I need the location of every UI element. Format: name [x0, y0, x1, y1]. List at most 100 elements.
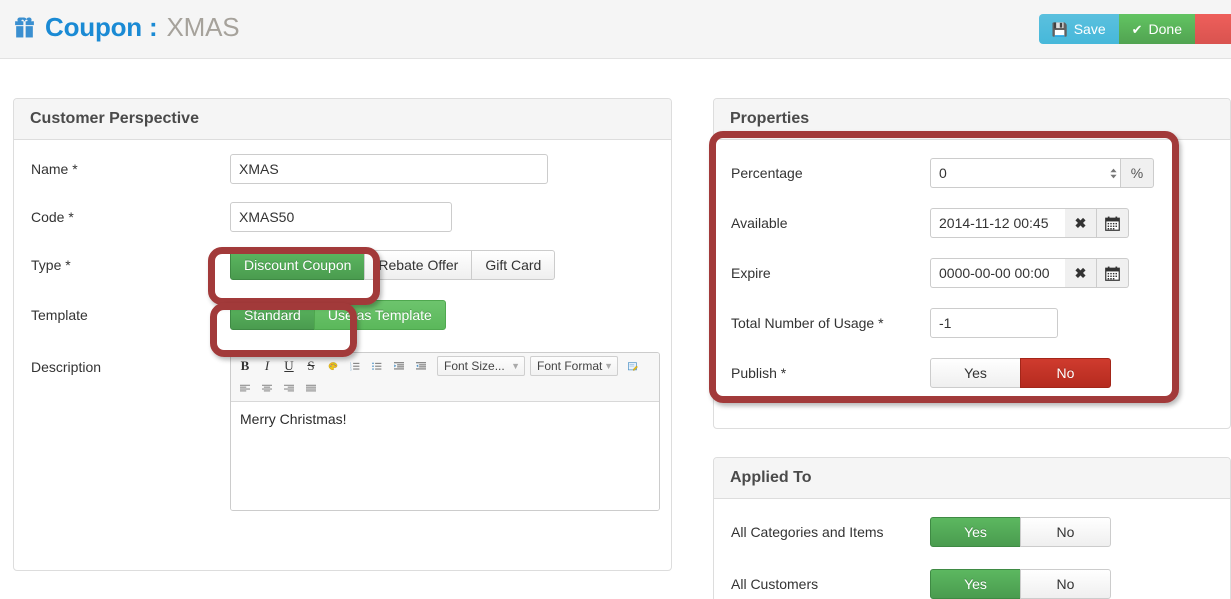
publish-toggle-group: Yes No [930, 358, 1111, 388]
type-row: Type * Discount Coupon Rebate Offer Gift… [31, 250, 654, 280]
expire-input-group: ✖ [930, 258, 1129, 288]
all-categories-toggle-group: Yes No [930, 517, 1111, 547]
page-title-subject: XMAS [166, 12, 240, 42]
done-button-label: Done [1148, 21, 1182, 37]
available-row: Available ✖ [731, 208, 1213, 238]
total-usage-row: Total Number of Usage * [731, 308, 1213, 338]
properties-panel-header: Properties [714, 99, 1230, 140]
type-label: Type * [31, 257, 71, 273]
expire-label: Expire [731, 265, 771, 281]
indent-icon[interactable] [410, 355, 432, 377]
type-button-group: Discount Coupon Rebate Offer Gift Card [230, 250, 556, 280]
total-usage-input[interactable] [930, 308, 1058, 338]
ordered-list-icon[interactable]: 1 2 3 [344, 355, 366, 377]
italic-icon[interactable]: I [256, 355, 278, 377]
name-input[interactable] [230, 154, 548, 184]
applied-to-title: Applied To [730, 469, 812, 486]
percentage-input-group: % [930, 158, 1154, 188]
font-size-select[interactable]: Font Size... ▼ [437, 356, 525, 376]
template-label: Template [31, 307, 88, 323]
template-option-standard[interactable]: Standard [230, 300, 315, 330]
available-clear-x-icon[interactable]: ✖ [1065, 208, 1097, 238]
all-customers-label: All Customers [731, 576, 819, 592]
type-option-rebate-offer[interactable]: Rebate Offer [364, 250, 473, 280]
align-justify-icon[interactable] [300, 377, 322, 399]
code-row: Code * [31, 202, 654, 232]
page-title: Coupon : XMAS [13, 12, 240, 43]
template-button-group: Standard Use as Template [230, 300, 446, 330]
all-customers-option-yes[interactable]: Yes [930, 569, 1021, 599]
align-center-icon[interactable] [256, 377, 278, 399]
percentage-label: Percentage [731, 165, 803, 181]
available-date-input[interactable] [930, 208, 1065, 238]
done-button[interactable]: ✔ Done [1118, 14, 1195, 44]
available-input-group: ✖ [930, 208, 1129, 238]
expire-clear-x-icon[interactable]: ✖ [1065, 258, 1097, 288]
all-categories-row: All Categories and Items Yes No [731, 517, 1213, 547]
expire-calendar-icon[interactable] [1097, 258, 1129, 288]
name-row: Name * [31, 154, 654, 184]
applied-to-body: All Categories and Items Yes No All Cust… [714, 499, 1230, 599]
code-label: Code * [31, 209, 74, 225]
editor-toolbar: B I U S 1 2 3 Font Size... ▼ Font Format… [231, 353, 659, 402]
strikethrough-icon[interactable]: S [300, 355, 322, 377]
all-categories-option-yes[interactable]: Yes [930, 517, 1021, 547]
all-customers-option-no[interactable]: No [1020, 569, 1111, 599]
floppy-disk-icon: 💾 [1051, 21, 1068, 37]
font-format-select[interactable]: Font Format ▼ [530, 356, 618, 376]
color-palette-icon[interactable] [322, 355, 344, 377]
available-calendar-icon[interactable] [1097, 208, 1129, 238]
editor-toolbar-row-1: B I U S 1 2 3 Font Size... ▼ Font Format… [234, 355, 656, 377]
bold-icon[interactable]: B [234, 355, 256, 377]
description-editor-content[interactable]: Merry Christmas! [231, 402, 659, 510]
editor-toolbar-row-2 [234, 377, 656, 399]
align-right-icon[interactable] [278, 377, 300, 399]
description-row: Description B I U S 1 2 3 Font Size... ▼… [31, 352, 660, 511]
align-left-icon[interactable] [234, 377, 256, 399]
save-button-label: Save [1073, 21, 1106, 37]
all-categories-option-no[interactable]: No [1020, 517, 1111, 547]
name-label: Name * [31, 161, 78, 177]
outdent-icon[interactable] [388, 355, 410, 377]
template-row: Template Standard Use as Template [31, 300, 654, 330]
publish-option-no[interactable]: No [1020, 358, 1111, 388]
underline-icon[interactable]: U [278, 355, 300, 377]
gift-icon [13, 16, 36, 39]
customer-perspective-title: Customer Perspective [30, 110, 199, 127]
properties-title: Properties [730, 110, 810, 127]
type-option-discount-coupon[interactable]: Discount Coupon [230, 250, 366, 280]
all-customers-row: All Customers Yes No [731, 569, 1213, 599]
applied-to-panel-header: Applied To [714, 458, 1230, 499]
header-action-buttons: 💾 Save ✔ Done [1038, 14, 1231, 44]
customer-perspective-panel: Customer Perspective Name * Code * Type … [13, 98, 672, 571]
percentage-stepper[interactable] [1106, 158, 1120, 188]
delete-button[interactable] [1195, 14, 1231, 44]
publish-row: Publish * Yes No [731, 358, 1213, 388]
all-categories-label: All Categories and Items [731, 524, 884, 540]
top-header-bar: Coupon : XMAS 💾 Save ✔ Done [0, 0, 1231, 59]
type-option-gift-card[interactable]: Gift Card [471, 250, 556, 280]
percentage-input[interactable] [930, 158, 1106, 188]
code-input[interactable] [230, 202, 452, 232]
expire-date-input[interactable] [930, 258, 1065, 288]
chevron-down-icon: ▼ [511, 361, 520, 371]
save-button[interactable]: 💾 Save [1038, 14, 1119, 44]
properties-panel: Properties Percentage % [713, 98, 1231, 429]
percent-addon: % [1120, 158, 1154, 188]
publish-option-yes[interactable]: Yes [930, 358, 1021, 388]
customer-perspective-panel-header: Customer Perspective [14, 99, 671, 140]
available-label: Available [731, 215, 788, 231]
customer-perspective-body: Name * Code * Type * Discount Coupon R [14, 140, 671, 527]
edit-source-icon[interactable] [622, 355, 644, 377]
coupon-edit-page: Coupon : XMAS 💾 Save ✔ Done Customer Per… [0, 0, 1231, 599]
total-usage-label: Total Number of Usage * [731, 315, 884, 331]
applied-to-panel: Applied To All Categories and Items Yes … [713, 457, 1231, 599]
unordered-list-icon[interactable] [366, 355, 388, 377]
description-rich-text-editor: B I U S 1 2 3 Font Size... ▼ Font Format… [230, 352, 660, 511]
description-label: Description [31, 359, 102, 375]
publish-label: Publish * [731, 365, 787, 381]
font-size-select-label: Font Size... [444, 359, 505, 373]
percentage-row: Percentage % [731, 158, 1213, 188]
template-option-use-as-template[interactable]: Use as Template [313, 300, 446, 330]
svg-text:3: 3 [350, 367, 352, 371]
